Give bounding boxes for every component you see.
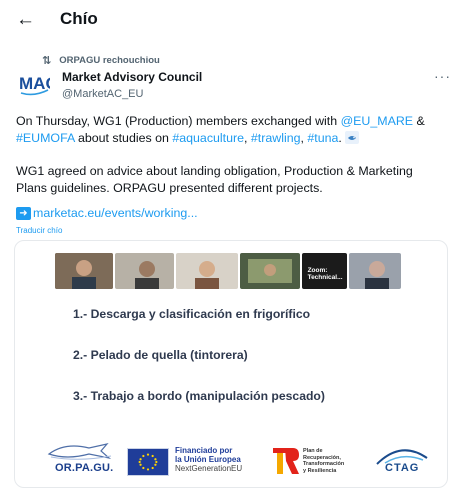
author-handle[interactable]: @MarketAC_EU xyxy=(62,88,202,100)
avatar-logo-text: MAC xyxy=(19,74,50,93)
participant-tile xyxy=(349,253,401,289)
page-title: Chío xyxy=(60,9,98,28)
tweet-text: & xyxy=(413,114,425,128)
hashtag-link[interactable]: #EUMOFA xyxy=(16,131,75,145)
tweet-text: . xyxy=(338,131,346,145)
retweet-text: ORPAGU rechouchiou xyxy=(59,55,160,66)
author-avatar[interactable]: MAC xyxy=(18,70,50,98)
logo-footer: OR.PA.GU. Financiado por la Unión Europe… xyxy=(15,436,447,481)
link-arrow-icon: ➜ xyxy=(16,206,31,220)
participant-figure xyxy=(55,253,113,289)
participant-figure xyxy=(114,253,175,289)
eu-flag-icon xyxy=(127,448,169,476)
retweet-indicator[interactable]: ⇅ ORPAGU rechouchiou xyxy=(42,54,160,67)
eu-line: Financiado por xyxy=(175,446,233,455)
orpagu-fish-logo xyxy=(47,443,112,460)
orpagu-logo-text: OR.PA.GU. xyxy=(55,462,114,474)
tweet-text: On Thursday, WG1 (Production) members ex… xyxy=(16,114,341,128)
more-options-icon[interactable]: ··· xyxy=(434,68,451,84)
author-name[interactable]: Market Advisory Council xyxy=(62,70,202,84)
fishing-emoji-icon xyxy=(345,131,360,144)
top-bar: ← Chío xyxy=(0,0,462,40)
participant-tile xyxy=(114,253,175,289)
slide-item: 2.- Pelado de quella (tintorera) xyxy=(73,348,248,362)
zoom-label: Zoom: Technical... xyxy=(307,267,343,281)
participant-tile xyxy=(55,253,113,289)
video-call-strip: Zoom: Technical... xyxy=(55,253,401,289)
participant-figure xyxy=(176,253,238,289)
eu-line: NextGenerationEU xyxy=(175,464,243,473)
tweet-paragraph-2: WG1 agreed on advice about landing oblig… xyxy=(16,164,413,195)
recovery-plan-logo xyxy=(273,448,299,474)
slide-item: 1.- Descarga y clasificación en frigoríf… xyxy=(73,307,311,321)
media-image[interactable]: Zoom: Technical... 1.- Descarga y clasif… xyxy=(14,240,448,488)
author-block[interactable]: Market Advisory Council @MarketAC_EU xyxy=(62,70,202,100)
recovery-plan-text: Plan de Recuperación, Transformación y R… xyxy=(303,448,344,474)
participant-figure xyxy=(239,253,300,289)
plan-line: Transformación xyxy=(303,461,345,467)
hashtag-link[interactable]: #tuna xyxy=(307,131,338,145)
eu-line: la Unión Europea xyxy=(175,455,241,464)
plan-line: y Resiliencia xyxy=(303,467,337,474)
tweet-url-link[interactable]: ➜ marketac.eu/events/working... xyxy=(16,206,198,220)
translate-link[interactable]: Traducir chío xyxy=(16,226,62,235)
ctag-logo-text: CTAG xyxy=(385,462,420,474)
participant-tile xyxy=(176,253,238,289)
url-text[interactable]: marketac.eu/events/working... xyxy=(33,206,198,220)
slide-item: 3.- Trabajo a bordo (manipulación pescad… xyxy=(73,389,325,403)
tweet-paragraph-1: On Thursday, WG1 (Production) members ex… xyxy=(16,113,446,147)
hashtag-link[interactable]: #aquaculture xyxy=(172,131,244,145)
zoom-title-tile: Zoom: Technical... xyxy=(301,253,348,289)
participant-figure xyxy=(349,253,401,289)
retweet-icon: ⇅ xyxy=(42,55,52,67)
arrow-left-icon[interactable]: ← xyxy=(16,10,38,30)
mention-link[interactable]: @EU_MARE xyxy=(341,114,413,128)
tweet-text: about studies on xyxy=(74,131,173,145)
participant-tile xyxy=(239,253,300,289)
eu-funding-text: Financiado por la Unión Europea NextGene… xyxy=(175,446,242,473)
tweet-text: , xyxy=(244,131,251,145)
hashtag-link[interactable]: #trawling xyxy=(251,131,301,145)
